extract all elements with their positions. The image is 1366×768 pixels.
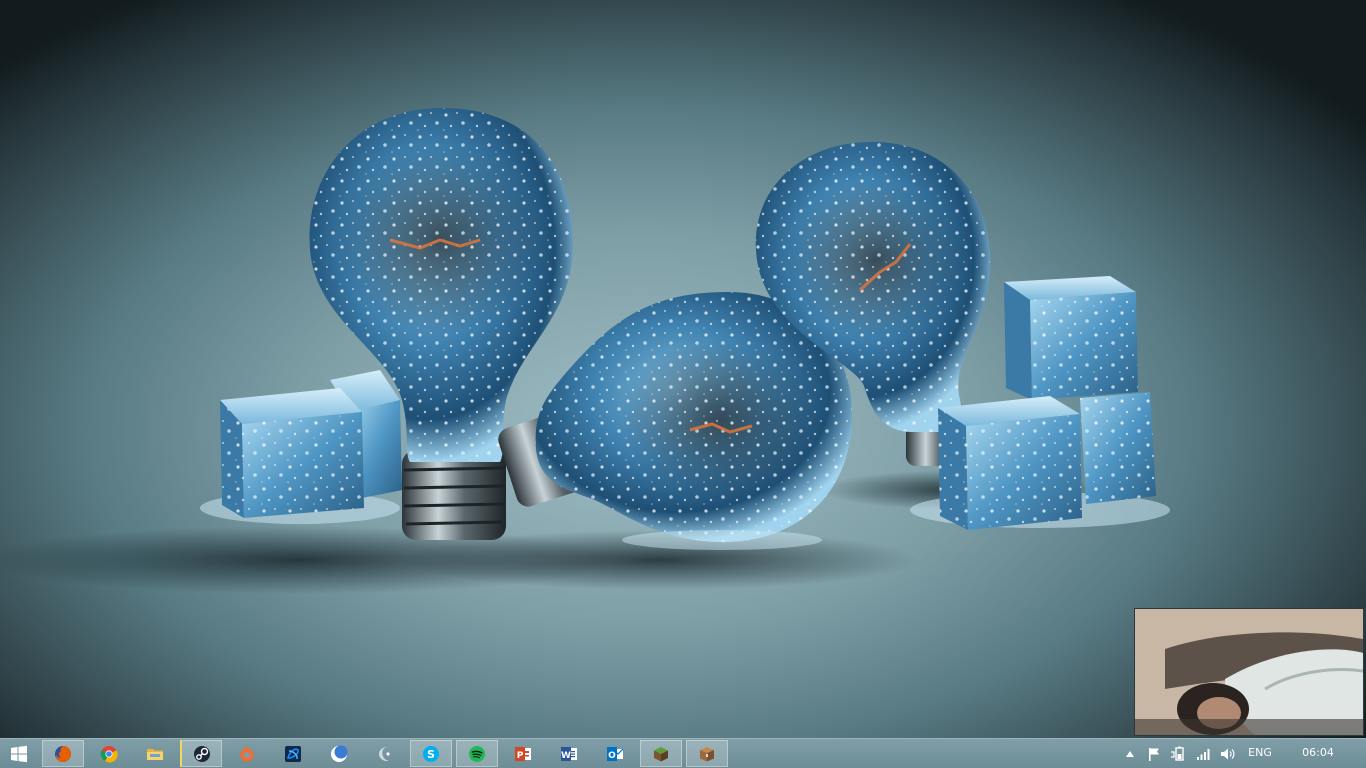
- taskbar-steam-button[interactable]: [180, 740, 222, 767]
- crescent-icon: [379, 746, 390, 761]
- folder-icon: [147, 748, 163, 760]
- taskbar-clock[interactable]: 06:04: [1296, 746, 1340, 759]
- taskbar-minecraft-launcher-button[interactable]: [686, 740, 728, 767]
- signal-bars-icon: [1197, 749, 1210, 760]
- taskbar: S P W O ENG 06:04: [0, 738, 1366, 768]
- desktop[interactable]: [0, 0, 1366, 738]
- battery-power-button[interactable]: [1168, 744, 1190, 764]
- start-button[interactable]: [0, 740, 38, 767]
- taskbar-powerpoint-button[interactable]: P: [502, 740, 544, 767]
- taskbar-crescent-app-button[interactable]: [364, 740, 406, 767]
- webcam-preview-window[interactable]: [1134, 608, 1364, 736]
- flag-icon: [1149, 748, 1159, 761]
- windows-logo-icon: [11, 745, 27, 762]
- taskbar-battlenet-button[interactable]: [272, 740, 314, 767]
- skype-icon: S: [423, 745, 439, 762]
- volume-button[interactable]: [1218, 744, 1238, 764]
- taskbar-outlook-button[interactable]: O: [594, 740, 636, 767]
- taskbar-minecraft-button[interactable]: [640, 740, 682, 767]
- svg-text:P: P: [517, 751, 524, 761]
- action-center-button[interactable]: [1144, 744, 1164, 764]
- battlenet-icon: [285, 745, 301, 762]
- show-hidden-icons-button[interactable]: [1122, 744, 1138, 764]
- chrome-icon: [100, 745, 118, 762]
- origin-icon: [240, 745, 254, 761]
- spotify-icon: [469, 745, 485, 762]
- taskbar-origin-button[interactable]: [226, 740, 268, 767]
- taskbar-firefox-button[interactable]: [42, 740, 84, 767]
- minecraft-icon: [654, 746, 668, 761]
- webcam-feed: [1135, 609, 1363, 735]
- taskbar-skype-button[interactable]: S: [410, 740, 452, 767]
- ice-cube-left: [220, 370, 402, 518]
- svg-text:S: S: [427, 748, 435, 761]
- svg-text:O: O: [608, 751, 616, 761]
- moon-icon: [331, 745, 348, 762]
- bulb-lying-middle: [498, 292, 853, 550]
- taskbar-chrome-button[interactable]: [88, 740, 130, 767]
- firefox-icon: [55, 745, 71, 762]
- steam-icon: [193, 745, 210, 762]
- taskbar-word-button[interactable]: W: [548, 740, 590, 767]
- input-language-indicator[interactable]: ENG: [1244, 746, 1276, 759]
- speaker-icon: [1221, 748, 1235, 760]
- network-button[interactable]: [1194, 744, 1214, 764]
- taskbar-spotify-button[interactable]: [456, 740, 498, 767]
- chest-icon: [700, 746, 714, 761]
- taskbar-file-explorer-button[interactable]: [134, 740, 176, 767]
- word-icon: W: [561, 746, 577, 761]
- battery-plug-icon: [1171, 746, 1184, 761]
- taskbar-moon-app-button[interactable]: [318, 740, 360, 767]
- outlook-icon: O: [607, 746, 624, 761]
- powerpoint-icon: P: [515, 746, 531, 761]
- chevron-up-icon: [1126, 751, 1134, 757]
- svg-text:W: W: [561, 751, 571, 761]
